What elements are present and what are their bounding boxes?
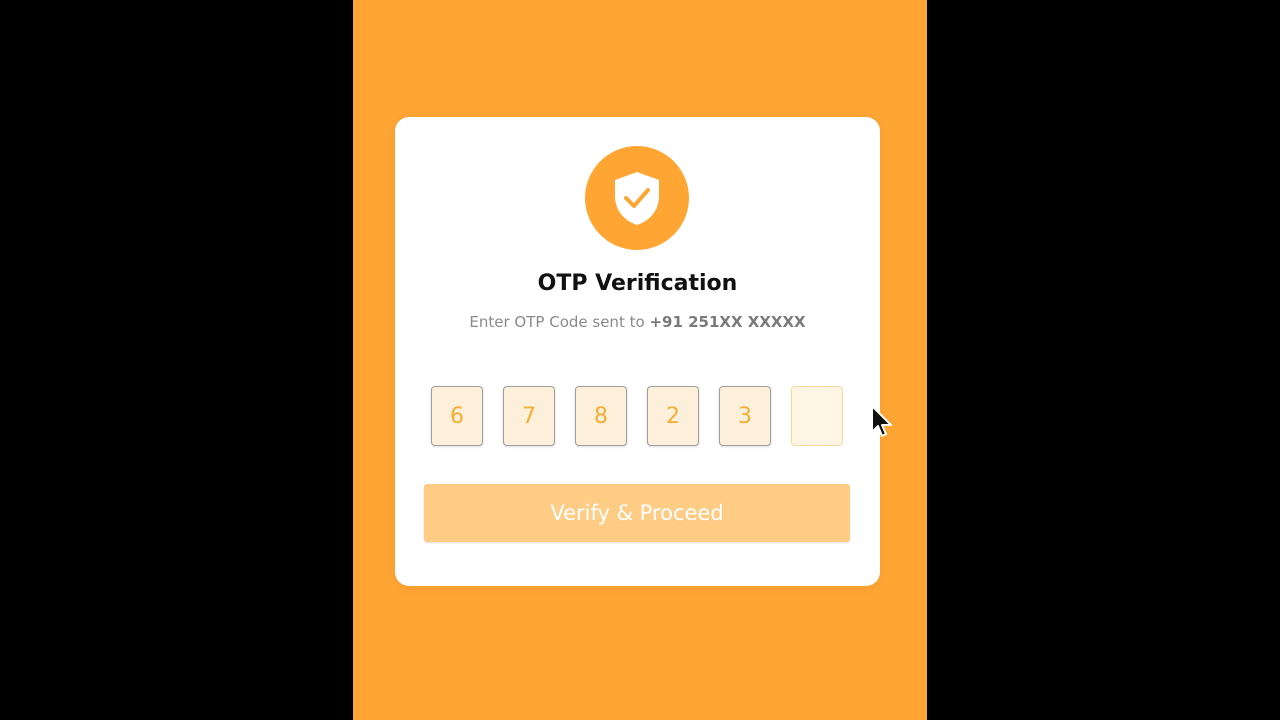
- otp-digit-6[interactable]: [791, 386, 843, 446]
- verification-badge: [585, 146, 689, 250]
- otp-digit-3[interactable]: 8: [575, 386, 627, 446]
- page-title: OTP Verification: [537, 271, 738, 296]
- otp-digit-1[interactable]: 6: [431, 386, 483, 446]
- otp-digit-4[interactable]: 2: [647, 386, 699, 446]
- otp-input-group: 6 7 8 2 3: [431, 386, 851, 448]
- mouse-pointer-icon: [870, 404, 896, 440]
- otp-instructions: Enter OTP Code sent to +91 251XX XXXXX: [395, 313, 880, 331]
- phone-number: +91 251XX XXXXX: [649, 313, 806, 331]
- otp-card: OTP Verification Enter OTP Code sent to …: [395, 117, 880, 586]
- verify-proceed-button[interactable]: Verify & Proceed: [424, 484, 850, 542]
- otp-digit-2[interactable]: 7: [503, 386, 555, 446]
- otp-digit-5[interactable]: 3: [719, 386, 771, 446]
- subtitle-prefix: Enter OTP Code sent to: [469, 313, 645, 331]
- background-panel: OTP Verification Enter OTP Code sent to …: [353, 0, 927, 720]
- shield-check-icon: [610, 168, 664, 228]
